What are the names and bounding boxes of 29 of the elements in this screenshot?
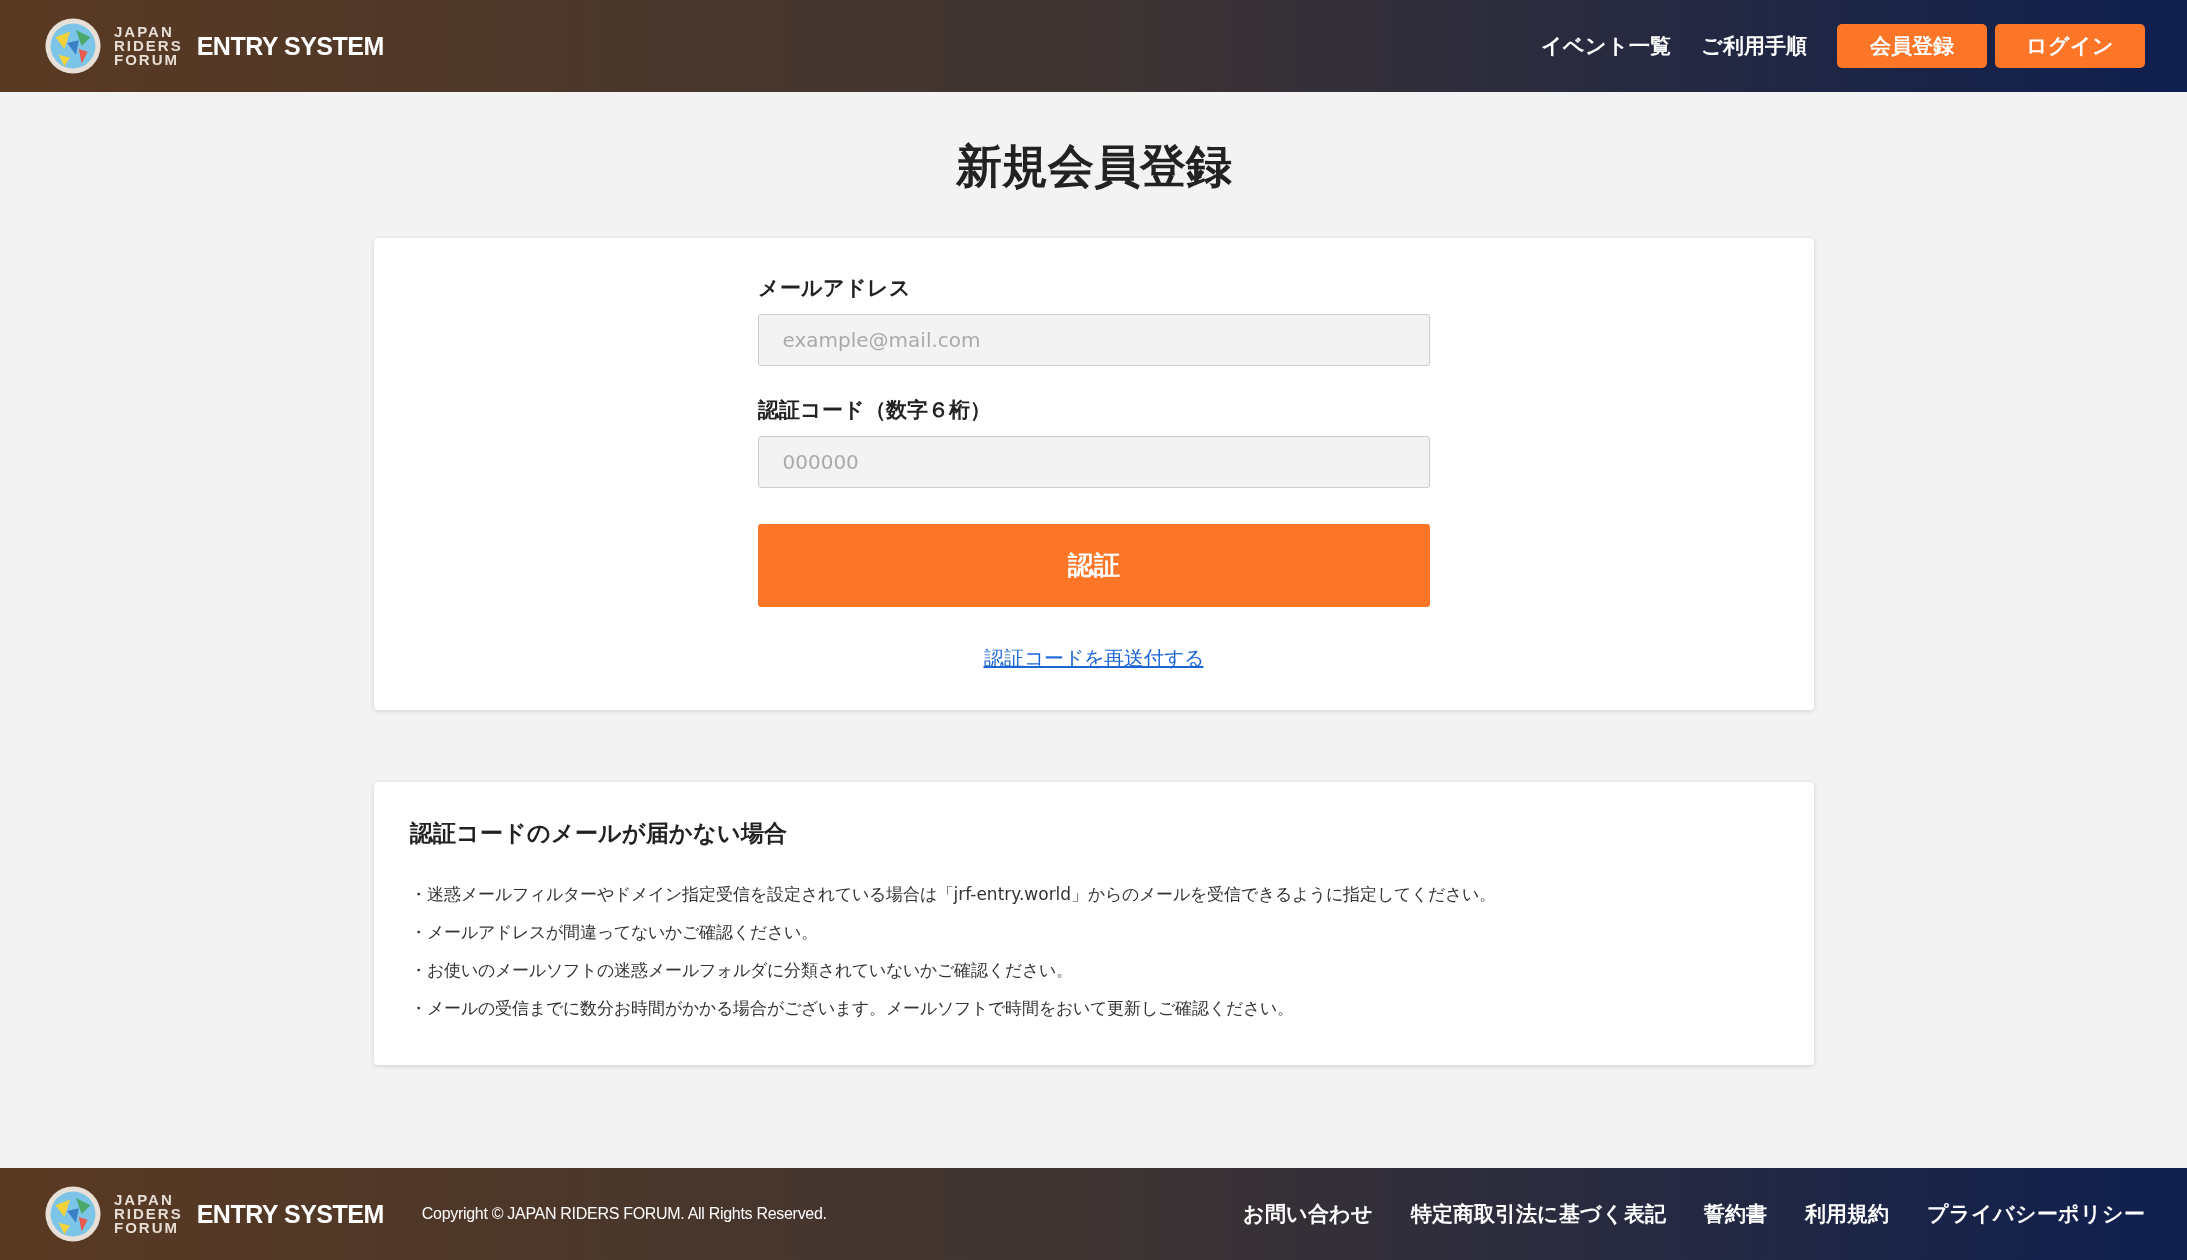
product-name: ENTRY SYSTEM	[196, 31, 384, 61]
nav-link[interactable]: ご利用手順	[1701, 32, 1807, 60]
input-field[interactable]: 000000	[757, 436, 1430, 488]
field-label: 認証コード（数字６桁）	[757, 397, 992, 424]
resend-link[interactable]: 認証コードを再送付する	[983, 645, 1204, 672]
help-note: ・お使いのメールソフトの迷惑メールフォルダに分類されていないかご確認ください。	[409, 959, 1074, 982]
copyright-text: Copyright © JAPAN RIDERS FORUM. All Rights Reserved.	[421, 1205, 827, 1223]
footer-link[interactable]: 利用規約	[1805, 1200, 1889, 1228]
globe-emblem-icon	[44, 17, 102, 75]
globe-emblem-icon	[44, 1185, 102, 1243]
logo-wordmark-line: RIDERS	[114, 39, 183, 53]
logo-wordmark-line: FORUM	[114, 53, 180, 67]
input-field[interactable]: example@mail.com	[757, 314, 1430, 366]
help-note: ・メールアドレスが間違ってないかご確認ください。	[409, 921, 819, 944]
footer-link[interactable]: 特定商取引法に基づく表記	[1411, 1200, 1666, 1228]
footer-link[interactable]: お問い合わせ	[1243, 1200, 1373, 1228]
logo-wordmark-line: RIDERS	[114, 1207, 183, 1221]
help-note: ・メールの受信までに数分お時間がかかる場合がございます。メールソフトで時間をおいて更新しご確認ください。	[409, 997, 1295, 1020]
logo-wordmark-line: JAPAN	[114, 25, 175, 39]
nav-link[interactable]: イベント一覧	[1541, 32, 1671, 60]
logo-wordmark-line: JAPAN	[114, 1193, 175, 1207]
help-title: 認証コードのメールが届かない場合	[409, 819, 788, 848]
logo-wordmark-line: FORUM	[114, 1221, 180, 1235]
footer-link[interactable]: 誓約書	[1704, 1200, 1767, 1228]
footer-link[interactable]: プライバシーポリシー	[1927, 1200, 2145, 1228]
help-note: ・迷惑メールフィルターやドメイン指定受信を設定されている場合は「jrf-entry.world」からのメールを受信できるように指定してください。	[409, 883, 1498, 906]
field-label: メールアドレス	[757, 275, 912, 302]
product-name: ENTRY SYSTEM	[196, 1199, 384, 1229]
page-title: 新規会員登録	[955, 138, 1232, 195]
